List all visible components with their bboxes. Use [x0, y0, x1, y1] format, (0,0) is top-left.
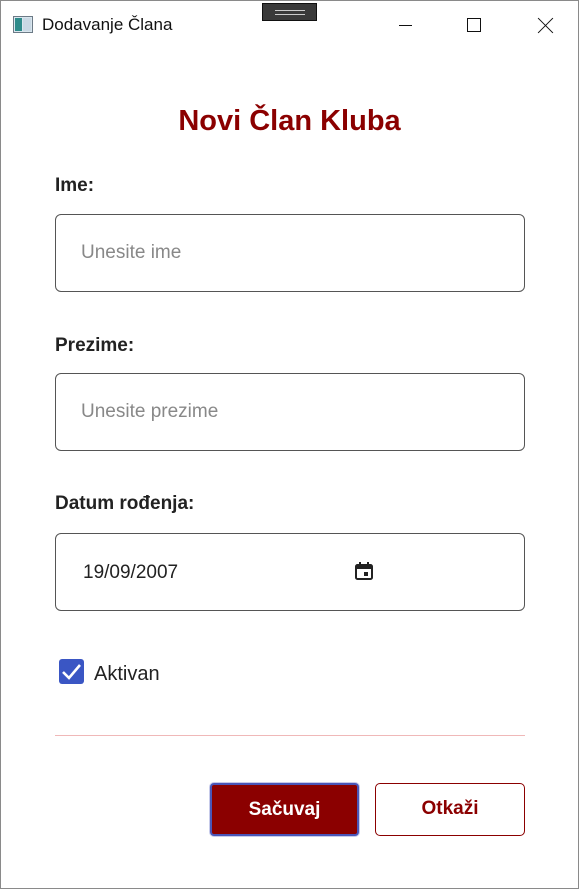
drag-handle[interactable]	[262, 3, 317, 21]
minimize-button[interactable]	[371, 1, 441, 47]
minimize-icon	[399, 25, 412, 26]
cancel-button[interactable]: Otkaži	[375, 783, 525, 836]
birth-date-label: Datum rođenja:	[55, 493, 195, 514]
last-name-field[interactable]	[55, 373, 525, 451]
divider	[55, 735, 525, 736]
first-name-label: Ime:	[55, 175, 95, 196]
first-name-input[interactable]	[56, 215, 524, 291]
active-checkbox-label[interactable]: Aktivan	[94, 663, 160, 686]
close-button[interactable]	[509, 1, 579, 47]
dialog-window: Dodavanje Člana Novi Član Kluba Ime: Pre…	[0, 0, 579, 889]
maximize-button[interactable]	[439, 1, 509, 47]
window-title: Dodavanje Člana	[42, 15, 173, 34]
close-icon	[537, 18, 553, 34]
last-name-input[interactable]	[56, 374, 524, 450]
save-button[interactable]: Sačuvaj	[210, 783, 359, 836]
calendar-icon[interactable]	[354, 561, 374, 581]
maximize-icon	[467, 18, 481, 32]
app-icon	[13, 16, 33, 33]
checkmark-icon	[62, 664, 81, 680]
form-content: Novi Član Kluba Ime: Prezime: Datum rođe…	[1, 47, 578, 888]
form-heading: Novi Član Kluba	[178, 105, 401, 137]
birth-date-value[interactable]: 19/09/2007	[83, 562, 178, 584]
active-checkbox[interactable]	[59, 659, 84, 684]
last-name-label: Prezime:	[55, 335, 135, 356]
first-name-field[interactable]	[55, 214, 525, 292]
title-bar[interactable]: Dodavanje Člana	[1, 1, 578, 47]
birth-date-picker[interactable]: 19/09/2007	[55, 533, 525, 611]
